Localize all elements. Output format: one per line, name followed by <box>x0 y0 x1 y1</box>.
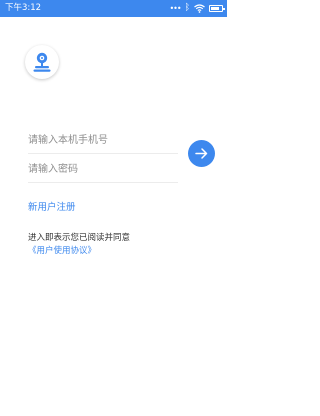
phone-field <box>28 128 178 154</box>
camera-logo-icon <box>33 52 51 72</box>
password-field <box>28 157 178 183</box>
user-agreement-link[interactable]: 《用户使用协议》 <box>28 246 96 257</box>
phone-input[interactable] <box>28 132 178 148</box>
agreement-text: 进入即表示您已阅读并同意 <box>28 233 131 243</box>
status-time: 下午3:12 <box>5 3 42 13</box>
bluetooth-icon: ᛒ <box>184 3 190 13</box>
register-link[interactable]: 新用户注册 <box>28 202 76 214</box>
wifi-icon <box>194 4 205 13</box>
status-bar: 下午3:12 ••• ᛒ <box>0 0 227 17</box>
login-submit-button[interactable] <box>188 140 215 167</box>
password-input[interactable] <box>28 161 178 177</box>
arrow-right-icon <box>195 148 208 159</box>
app-logo <box>25 45 59 79</box>
status-icons: ••• ᛒ <box>169 2 225 15</box>
more-dots-icon: ••• <box>169 3 181 13</box>
battery-icon <box>209 5 225 12</box>
